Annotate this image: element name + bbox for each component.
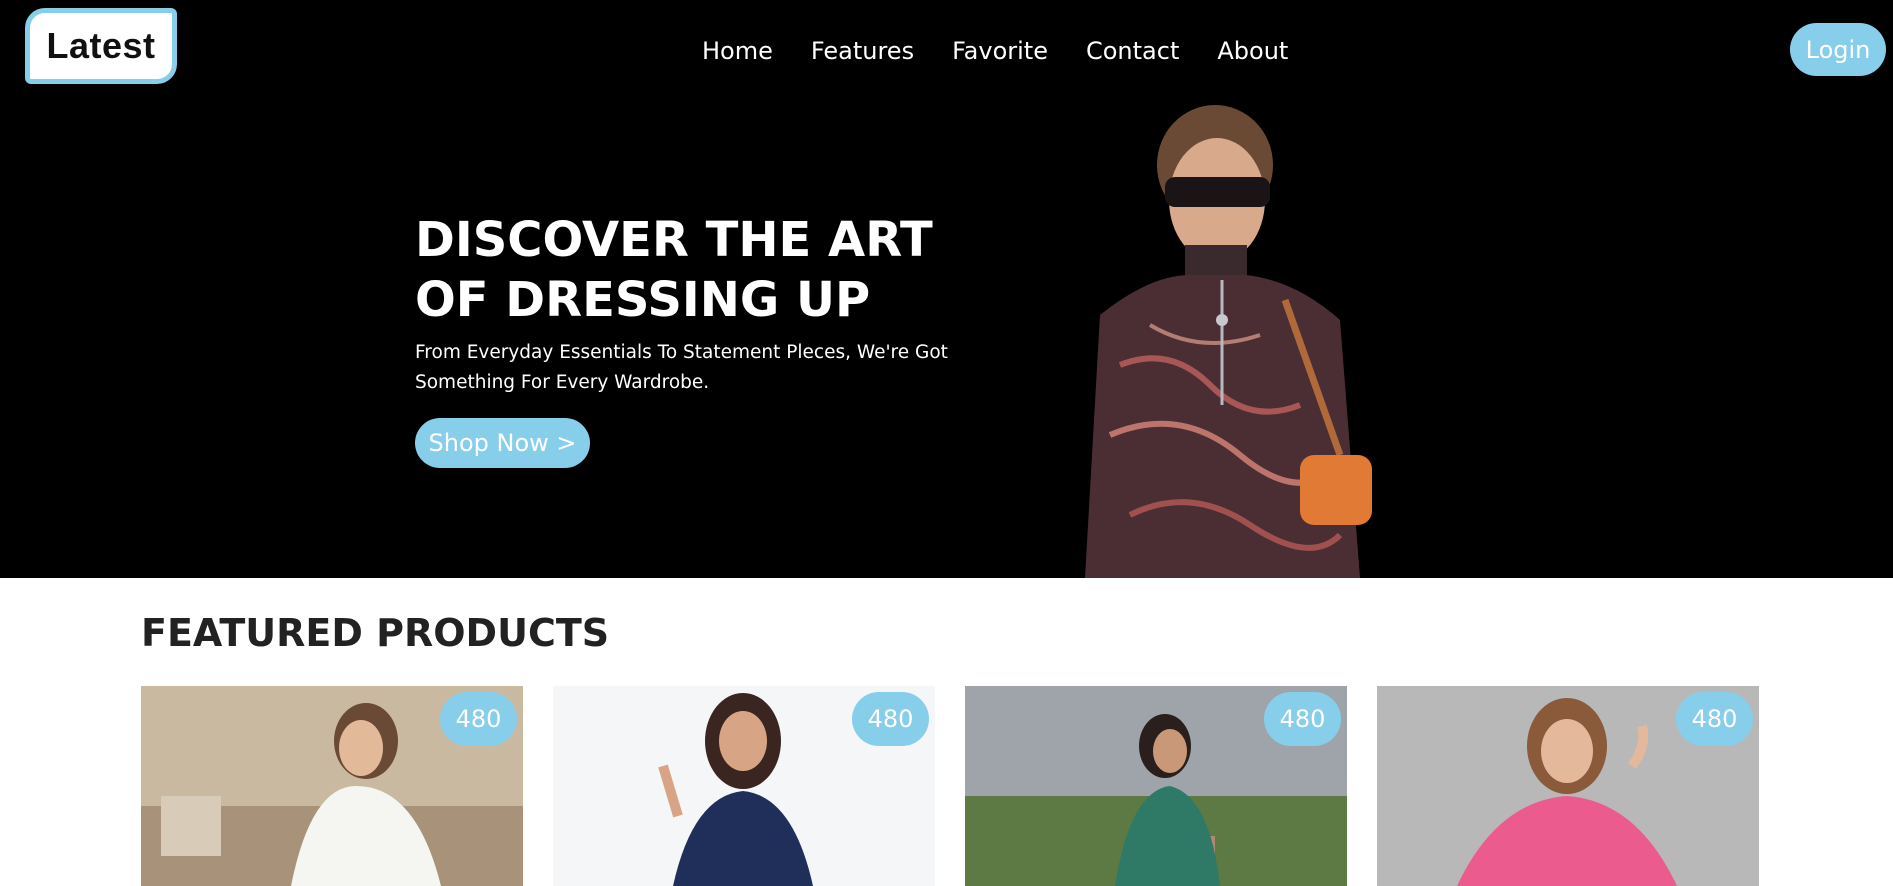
price-badge: 480 [440,692,517,746]
price-badge: 480 [1264,692,1341,746]
main-nav: Home Features Favorite Contact About [702,32,1288,70]
nav-home[interactable]: Home [702,32,773,70]
featured-products-title: FEATURED PRODUCTS [141,611,610,655]
product-card[interactable]: 480 [141,686,523,886]
product-card[interactable]: 480 [1377,686,1759,886]
product-card[interactable]: 480 [965,686,1347,886]
hero-title-line-1: DISCOVER THE ART [415,212,933,268]
nav-contact[interactable]: Contact [1086,32,1179,70]
nav-features[interactable]: Features [811,32,914,70]
hero-subtitle: From Everyday Essentials To Statement Pl… [415,338,955,398]
product-card[interactable]: 480 [553,686,935,886]
login-button[interactable]: Login [1790,23,1886,76]
nav-about[interactable]: About [1217,32,1288,70]
hero-model-image [1085,105,1372,578]
site-logo[interactable]: Latest [25,8,177,84]
hero-title: DISCOVER THE ART OF DRESSING UP [415,210,935,330]
hero-subtitle-line-2: Something For Every Wardrobe. [415,372,710,393]
hero-section: Latest Home Features Favorite Contact Ab… [0,0,1893,578]
nav-favorite[interactable]: Favorite [952,32,1048,70]
shop-now-button[interactable]: Shop Now > [415,418,590,468]
hero-subtitle-line-1: From Everyday Essentials To Statement Pl… [415,342,948,363]
logo-text: Latest [46,25,156,66]
product-grid: 480 480 480 480 [141,686,1759,886]
hero-title-line-2: OF DRESSING UP [415,272,871,328]
price-badge: 480 [1676,692,1753,746]
price-badge: 480 [852,692,929,746]
